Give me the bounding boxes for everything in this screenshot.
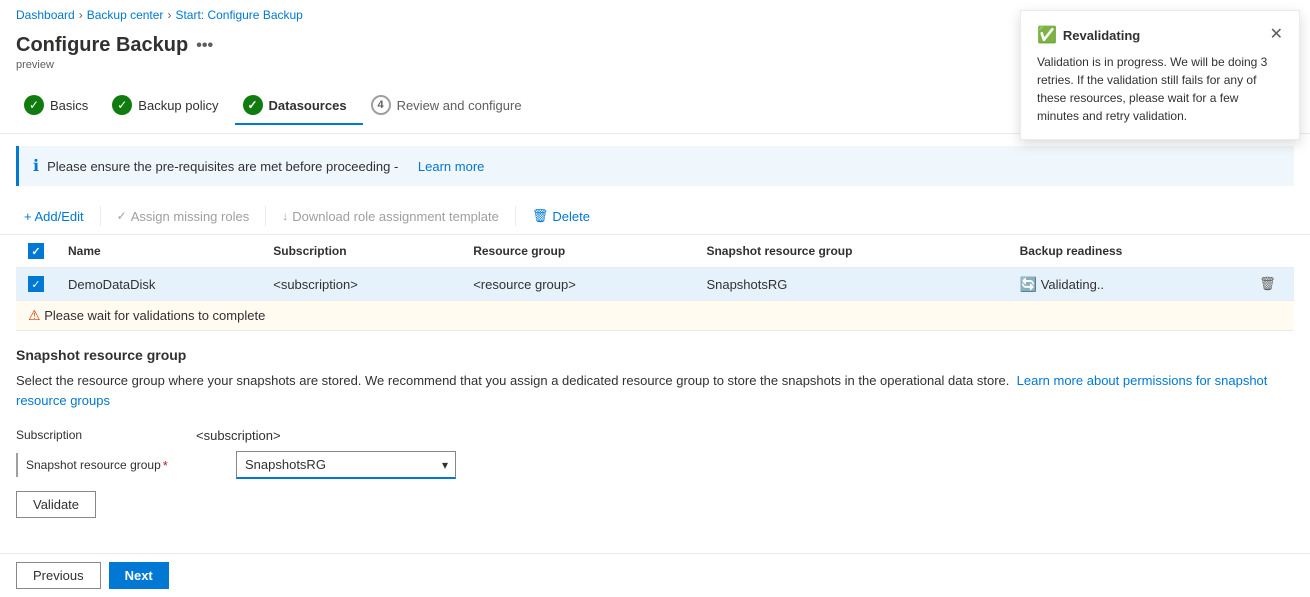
step-backup-policy[interactable]: ✓ Backup policy xyxy=(104,87,234,125)
table-row[interactable]: ✓ DemoDataDisk <subscription> <resource … xyxy=(16,268,1294,301)
download-icon: ↓ xyxy=(282,209,288,223)
row-subscription: <subscription> xyxy=(261,268,461,301)
step-review-configure[interactable]: 4 Review and configure xyxy=(363,87,538,125)
notification-close-button[interactable]: ✕ xyxy=(1270,27,1283,43)
delete-button[interactable]: 🗑 Delete xyxy=(524,204,598,228)
step-backup-policy-label: Backup policy xyxy=(138,98,218,113)
row-name: DemoDataDisk xyxy=(56,268,261,301)
warning-icon: ⚠ xyxy=(28,307,41,323)
step-basics[interactable]: ✓ Basics xyxy=(16,87,104,125)
col-header-snapshot-rg: Snapshot resource group xyxy=(694,235,1007,268)
add-edit-button[interactable]: + Add/Edit xyxy=(16,205,92,228)
row-resource-group: <resource group> xyxy=(461,268,694,301)
step-basics-label: Basics xyxy=(50,98,88,113)
notification-body: Validation is in progress. We will be do… xyxy=(1037,53,1283,125)
row-delete-button[interactable]: 🗑 xyxy=(1253,274,1282,294)
previous-button[interactable]: Previous xyxy=(16,562,101,589)
toolbar-sep-1 xyxy=(100,206,101,226)
validate-btn-container: Validate xyxy=(16,479,1294,518)
breadcrumb-configure-backup[interactable]: Start: Configure Backup xyxy=(175,8,302,22)
step-review-number-icon: 4 xyxy=(371,95,391,115)
row-backup-readiness: 🔄 Validating.. xyxy=(1008,268,1241,301)
breadcrumb-sep-2: › xyxy=(167,8,171,22)
row-snapshot-rg: SnapshotsRG xyxy=(694,268,1007,301)
breadcrumb-sep-1: › xyxy=(79,8,83,22)
subscription-value: <subscription> xyxy=(196,422,281,443)
subscription-label: Subscription xyxy=(16,422,196,442)
next-button[interactable]: Next xyxy=(109,562,169,589)
table-select-all-checkbox[interactable]: ✓ xyxy=(28,243,44,259)
snapshot-section: Snapshot resource group Select the resou… xyxy=(0,331,1310,518)
info-learn-more-link[interactable]: Learn more xyxy=(418,159,484,174)
step-policy-check-icon: ✓ xyxy=(112,95,132,115)
warning-message: Please wait for validations to complete xyxy=(44,308,265,323)
snapshot-rg-label-container: Snapshot resource group * xyxy=(16,453,236,477)
toolbar-sep-2 xyxy=(265,206,266,226)
assign-roles-button[interactable]: ✓ Assign missing roles xyxy=(109,205,258,228)
more-options-button[interactable]: ••• xyxy=(196,37,213,55)
snapshot-rg-dropdown-container: SnapshotsRG ResourceGroup1 ResourceGroup… xyxy=(236,451,456,479)
subscription-form-group: Subscription <subscription> xyxy=(16,422,1294,443)
notification-popup: ✅ Revalidating ✕ Validation is in progre… xyxy=(1020,10,1300,140)
row-checkbox[interactable]: ✓ xyxy=(28,276,44,292)
step-review-label: Review and configure xyxy=(397,98,522,113)
rg-required-indicator: * xyxy=(163,458,168,473)
warning-row: ⚠ Please wait for validations to complet… xyxy=(16,301,1294,331)
step-datasources-check-icon: ✓ xyxy=(243,95,263,115)
page-title-text: Configure Backup xyxy=(16,34,188,57)
snapshot-rg-dropdown[interactable]: SnapshotsRG ResourceGroup1 ResourceGroup… xyxy=(236,451,456,479)
notification-title-text: Revalidating xyxy=(1063,28,1140,43)
info-banner-text: Please ensure the pre-requisites are met… xyxy=(47,159,398,174)
backup-readiness-text: Validating.. xyxy=(1041,277,1104,292)
download-template-label: Download role assignment template xyxy=(292,209,499,224)
col-header-backup-readiness: Backup readiness xyxy=(1008,235,1241,268)
validating-icon: 🔄 xyxy=(1020,276,1037,292)
download-template-button[interactable]: ↓ Download role assignment template xyxy=(274,205,507,228)
validate-button[interactable]: Validate xyxy=(16,491,96,518)
info-icon: ℹ xyxy=(33,156,39,176)
breadcrumb-backup-center[interactable]: Backup center xyxy=(87,8,164,22)
assign-roles-check-icon: ✓ xyxy=(117,209,127,223)
delete-label: Delete xyxy=(552,209,590,224)
toolbar-sep-3 xyxy=(515,206,516,226)
snapshot-section-description: Select the resource group where your sna… xyxy=(16,371,1294,410)
col-header-name: Name xyxy=(56,235,261,268)
breadcrumb-dashboard[interactable]: Dashboard xyxy=(16,8,75,22)
col-header-resource-group: Resource group xyxy=(461,235,694,268)
snapshot-section-title: Snapshot resource group xyxy=(16,347,1294,363)
info-banner: ℹ Please ensure the pre-requisites are m… xyxy=(16,146,1294,186)
step-basics-check-icon: ✓ xyxy=(24,95,44,115)
assign-roles-label: Assign missing roles xyxy=(131,209,250,224)
rg-line xyxy=(16,453,18,477)
snapshot-rg-form-group: Snapshot resource group * SnapshotsRG Re… xyxy=(16,451,1294,479)
notification-header: ✅ Revalidating ✕ xyxy=(1037,25,1283,45)
step-datasources-label: Datasources xyxy=(269,98,347,113)
snapshot-rg-label: Snapshot resource group xyxy=(26,458,161,472)
col-header-subscription: Subscription xyxy=(261,235,461,268)
datasources-table-container: ✓ Name Subscription Resource group Snaps… xyxy=(16,235,1294,331)
footer: Previous Next xyxy=(0,553,1310,597)
step-datasources[interactable]: ✓ Datasources xyxy=(235,87,363,125)
delete-icon: 🗑 xyxy=(532,208,549,224)
datasources-table: ✓ Name Subscription Resource group Snaps… xyxy=(16,235,1294,331)
notification-title: ✅ Revalidating xyxy=(1037,25,1140,45)
notification-check-icon: ✅ xyxy=(1037,25,1057,45)
toolbar: + Add/Edit ✓ Assign missing roles ↓ Down… xyxy=(0,198,1310,235)
